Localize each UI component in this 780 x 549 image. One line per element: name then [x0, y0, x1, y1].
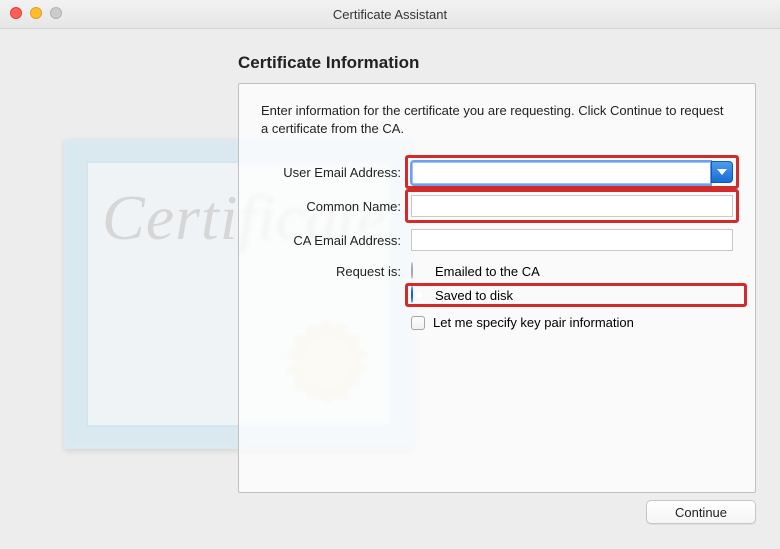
row-user-email: User Email Address: — [261, 161, 733, 183]
checkbox-icon — [411, 316, 425, 330]
radio-saved-label: Saved to disk — [435, 288, 513, 303]
row-ca-email: CA Email Address: — [261, 229, 733, 251]
footer: Continue — [24, 493, 756, 531]
form: User Email Address: Common Name: — [261, 161, 733, 330]
label-request-is: Request is: — [261, 263, 401, 279]
row-common-name: Common Name: — [261, 195, 733, 217]
common-name-field[interactable] — [411, 195, 733, 217]
panel-description: Enter information for the certificate yo… — [261, 102, 733, 137]
radio-icon — [411, 263, 427, 279]
label-ca-email: CA Email Address: — [261, 233, 401, 248]
checkbox-keypair[interactable]: Let me specify key pair information — [411, 315, 733, 330]
form-panel: Enter information for the certificate yo… — [238, 83, 756, 493]
radio-icon — [411, 287, 427, 303]
minimize-icon[interactable] — [30, 7, 42, 19]
page-title: Certificate Information — [238, 53, 756, 73]
dropdown-arrow-icon[interactable] — [711, 161, 733, 183]
user-email-combo[interactable] — [411, 161, 733, 183]
window-title: Certificate Assistant — [0, 7, 780, 22]
row-request-is: Request is: Emailed to the CA Saved to d… — [261, 263, 733, 330]
label-user-email: User Email Address: — [261, 165, 401, 180]
continue-button[interactable]: Continue — [646, 500, 756, 524]
close-icon[interactable] — [10, 7, 22, 19]
radio-emailed[interactable]: Emailed to the CA — [411, 263, 733, 279]
titlebar: Certificate Assistant — [0, 0, 780, 29]
checkbox-keypair-label: Let me specify key pair information — [433, 315, 634, 330]
user-email-field[interactable] — [411, 161, 711, 185]
content-area: Certificate Information Certificate Ente… — [0, 29, 780, 549]
radio-emailed-label: Emailed to the CA — [435, 264, 540, 279]
label-common-name: Common Name: — [261, 199, 401, 214]
ca-email-field[interactable] — [411, 229, 733, 251]
radio-saved[interactable]: Saved to disk — [411, 287, 513, 303]
certificate-assistant-window: Certificate Assistant Certificate Inform… — [0, 0, 780, 549]
zoom-icon — [50, 7, 62, 19]
traffic-lights — [10, 7, 62, 19]
